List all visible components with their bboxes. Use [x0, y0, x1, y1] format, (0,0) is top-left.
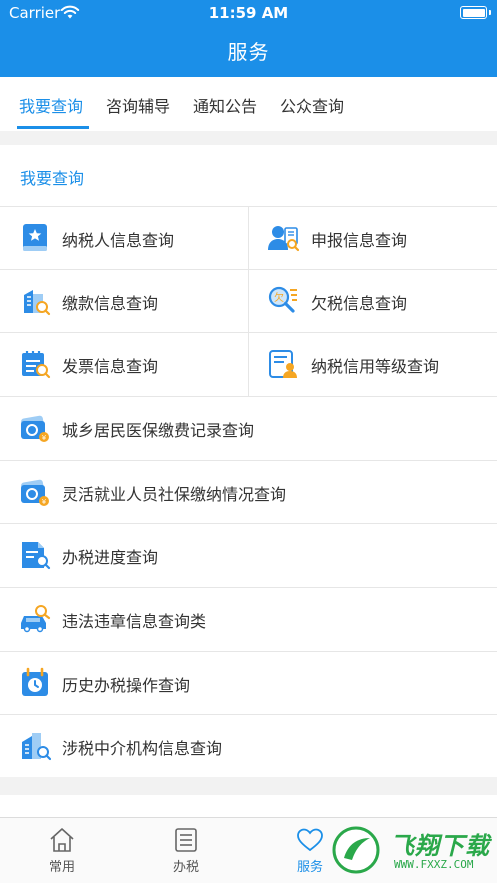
grid-item-taxpayer-info[interactable]: 纳税人信息查询: [0, 207, 248, 270]
section-title: 我要查询: [20, 169, 85, 188]
medical-insurance-card-icon: ¥: [21, 415, 49, 442]
svg-text:¥: ¥: [42, 498, 47, 506]
battery-icon: [460, 6, 487, 19]
grid-item-label: 发票信息查询: [62, 357, 159, 376]
grid-item-invoice-info[interactable]: 发票信息查询: [0, 333, 248, 396]
agency-building-icon: [22, 733, 51, 761]
list-icon: [175, 828, 197, 852]
grid-item-label: 缴款信息查询: [62, 294, 159, 313]
svg-text:¥: ¥: [42, 434, 47, 442]
section-gap: [0, 777, 497, 795]
arrears-search-icon: 欠: [268, 286, 297, 313]
grid-item-label: 欠税信息查询: [311, 294, 408, 313]
list-item-label: 办税进度查询: [62, 548, 159, 567]
grid-item-declaration-info[interactable]: 申报信息查询: [249, 207, 497, 270]
social-security-card-icon: ¥: [21, 479, 49, 506]
invoice-calendar-icon: [22, 351, 51, 379]
navigation-bar: Carrier 11:59 AM 服务: [0, 0, 497, 77]
heart-icon: [297, 828, 323, 852]
list-item-social-security[interactable]: ¥ 灵活就业人员社保缴纳情况查询: [0, 461, 497, 524]
list-item-label: 涉税中介机构信息查询: [62, 739, 223, 758]
clock: 11:59 AM: [208, 4, 289, 22]
list-item-medical-insurance[interactable]: ¥ 城乡居民医保缴费记录查询: [0, 397, 497, 460]
list-item-label: 灵活就业人员社保缴纳情况查询: [62, 485, 287, 504]
list-item-label: 历史办税操作查询: [62, 676, 191, 695]
list-item-label: 城乡居民医保缴费记录查询: [62, 421, 255, 440]
grid-item-credit-rating[interactable]: 纳税信用等级查询: [249, 333, 497, 396]
query-section: 我要查询 纳税人信息查询 申报信息查询 缴款信息查询 欠 欠税信息查询 发票信息…: [0, 145, 497, 777]
home-icon: [50, 828, 74, 852]
tab-public-query[interactable]: 公众查询: [280, 93, 344, 117]
bottom-tab-tax[interactable]: 办税: [146, 826, 226, 875]
bottom-tab-label: 常用: [48, 860, 75, 875]
list-item-progress[interactable]: 办税进度查询: [0, 524, 497, 587]
tab-notice[interactable]: 通知公告: [193, 93, 257, 117]
tab-my-query[interactable]: 我要查询: [19, 93, 83, 117]
svg-text:欠: 欠: [274, 291, 284, 304]
bottom-tab-label: 办税: [172, 860, 199, 875]
list-item-label: 违法违章信息查询类: [62, 612, 207, 631]
page-title: 服务: [227, 40, 270, 64]
list-item-agency[interactable]: 涉税中介机构信息查询: [0, 715, 497, 778]
next-section: [0, 795, 497, 817]
list-item-history[interactable]: 历史办税操作查询: [0, 652, 497, 715]
active-tab-indicator: [17, 126, 89, 129]
grid-item-arrears-info[interactable]: 欠 欠税信息查询: [249, 270, 497, 333]
watermark-url: WWW.FXXZ.COM: [394, 858, 474, 871]
car-violation-icon: [21, 605, 51, 633]
declaration-person-icon: [268, 226, 299, 252]
grid-item-payment-info[interactable]: 缴款信息查询: [0, 270, 248, 333]
progress-document-icon: [22, 542, 51, 570]
list-item-violation[interactable]: 违法违章信息查询类: [0, 588, 497, 651]
battery-cap: [489, 10, 491, 15]
watermark-logo: 飞翔下载 WWW.FXXZ.COM: [330, 824, 492, 876]
grid-item-label: 纳税信用等级查询: [311, 357, 440, 376]
tab-consult[interactable]: 咨询辅导: [106, 93, 170, 117]
bottom-tab-common[interactable]: 常用: [22, 826, 102, 875]
taxpayer-book-icon: [23, 224, 47, 251]
tab-bar: 我要查询 咨询辅导 通知公告 公众查询: [0, 77, 497, 131]
grid-item-label: 申报信息查询: [311, 231, 408, 250]
watermark-icon: [332, 826, 380, 874]
credit-rating-icon: [269, 350, 297, 378]
watermark-text: 飞翔下载: [390, 832, 490, 860]
grid-item-label: 纳税人信息查询: [62, 231, 175, 250]
payment-building-icon: [24, 290, 51, 316]
status-bar: Carrier 11:59 AM: [0, 0, 497, 26]
history-clock-icon: [22, 667, 48, 696]
